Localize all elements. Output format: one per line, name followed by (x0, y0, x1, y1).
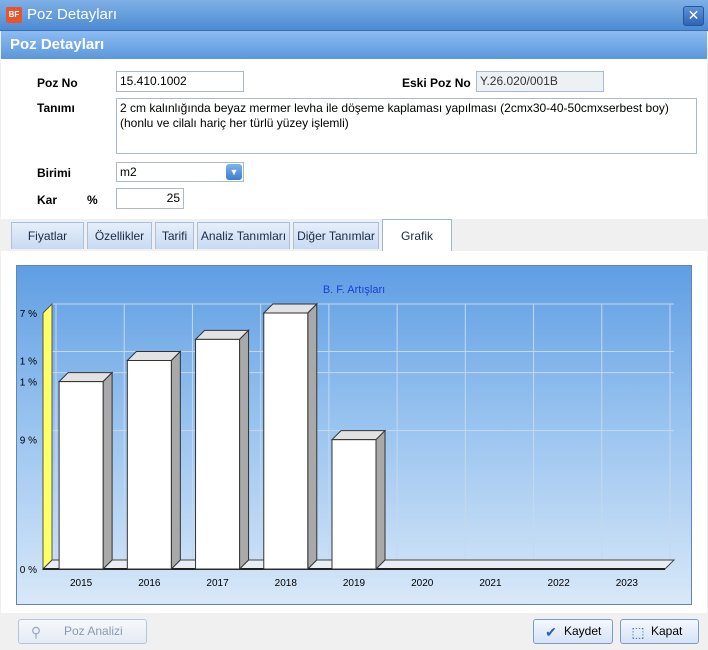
x-tick-label: 2018 (275, 578, 298, 589)
bar (58, 381, 104, 570)
app-logo-icon: BF (6, 7, 22, 23)
chart-left-wall (42, 302, 53, 571)
bar-side (239, 329, 250, 571)
bar-chart: 0 % 9 % 1 % 1 % 7 % 2015 2016 2017 2018 2019 2020 2… (20, 284, 676, 589)
tab-analiz-tanimlari[interactable]: Analiz Tanımları (197, 222, 290, 249)
bar-side (307, 302, 318, 571)
x-tick-label: 2022 (548, 578, 571, 589)
poz-no-label: Poz No (37, 76, 78, 90)
chart-title: B. F. Artışları (323, 284, 385, 296)
tab-grafik[interactable]: Grafik (382, 219, 452, 251)
chevron-down-icon[interactable]: ▼ (226, 164, 242, 180)
kapat-button[interactable]: ⬚ Kapat (620, 619, 699, 644)
window-titlebar: BF Poz Detayları ✕ (0, 0, 708, 31)
window-title: Poz Detayları (27, 6, 118, 23)
kaydet-button[interactable]: ✔ Kaydet (533, 619, 613, 644)
y-tick-label: 1 % (20, 357, 37, 368)
bar (126, 360, 172, 570)
hierarchy-icon: ⚲ (30, 624, 42, 640)
tab-tarifi[interactable]: Tarifi (155, 222, 194, 249)
bar-side (102, 371, 113, 571)
y-tick-label: 0 % (20, 565, 37, 576)
kar-label: Kar (37, 193, 58, 207)
tanimi-field[interactable]: 2 cm kalınlığında beyaz mermer levha ile… (116, 98, 697, 154)
tab-fiyatlar[interactable]: Fiyatlar (11, 222, 84, 249)
exit-door-icon: ⬚ (631, 624, 645, 640)
footer-bar: ⚲ Poz Analizi ✔ Kaydet ⬚ Kapat (0, 613, 708, 650)
poz-no-field[interactable]: 15.410.1002 (116, 71, 244, 92)
x-tick-label: 2020 (411, 578, 434, 589)
eski-poz-no-field[interactable]: Y.26.020/001B (476, 71, 604, 92)
page-title: Poz Detayları (10, 36, 105, 53)
x-tick-label: 2023 (616, 578, 639, 589)
tab-diger-tanimlar[interactable]: Diğer Tanımlar (293, 222, 379, 249)
poz-analizi-button[interactable]: ⚲ Poz Analizi (18, 619, 147, 644)
y-tick-label: 7 % (20, 309, 37, 320)
kapat-label: Kapat (651, 624, 683, 638)
y-tick-label: 9 % (20, 436, 37, 447)
tab-strip: Fiyatlar Özellikler Tarifi Analiz Tanıml… (1, 219, 707, 252)
kar-unit: % (87, 193, 98, 207)
birimi-selected-value: m2 (120, 165, 137, 179)
tanimi-label: Tanımı (37, 101, 75, 115)
bar-side (170, 350, 181, 571)
kar-field[interactable]: 25 (116, 188, 184, 209)
x-tick-label: 2019 (343, 578, 366, 589)
x-tick-label: 2017 (206, 578, 229, 589)
header-band: Poz Detayları (1, 31, 707, 59)
poz-analizi-label: Poz Analizi (64, 624, 123, 638)
tab-ozellikler[interactable]: Özellikler (87, 222, 152, 249)
y-tick-label: 1 % (20, 378, 37, 389)
birimi-label: Birimi (37, 166, 72, 180)
birimi-select[interactable]: m2 ▼ (116, 162, 244, 182)
chart-panel: 0 % 9 % 1 % 1 % 7 % 2015 2016 2017 2018 2019 2020 2… (16, 265, 692, 605)
kaydet-label: Kaydet (564, 624, 602, 638)
checkmark-icon: ✔ (545, 624, 557, 640)
x-tick-label: 2021 (479, 578, 502, 589)
bar (263, 312, 309, 570)
bar-side (375, 429, 386, 571)
close-icon[interactable]: ✕ (683, 6, 704, 26)
eski-poz-no-label: Eski Poz No (402, 76, 471, 90)
bar (331, 439, 377, 570)
bar (195, 338, 241, 570)
x-tick-label: 2016 (138, 578, 161, 589)
x-tick-label: 2015 (70, 578, 93, 589)
